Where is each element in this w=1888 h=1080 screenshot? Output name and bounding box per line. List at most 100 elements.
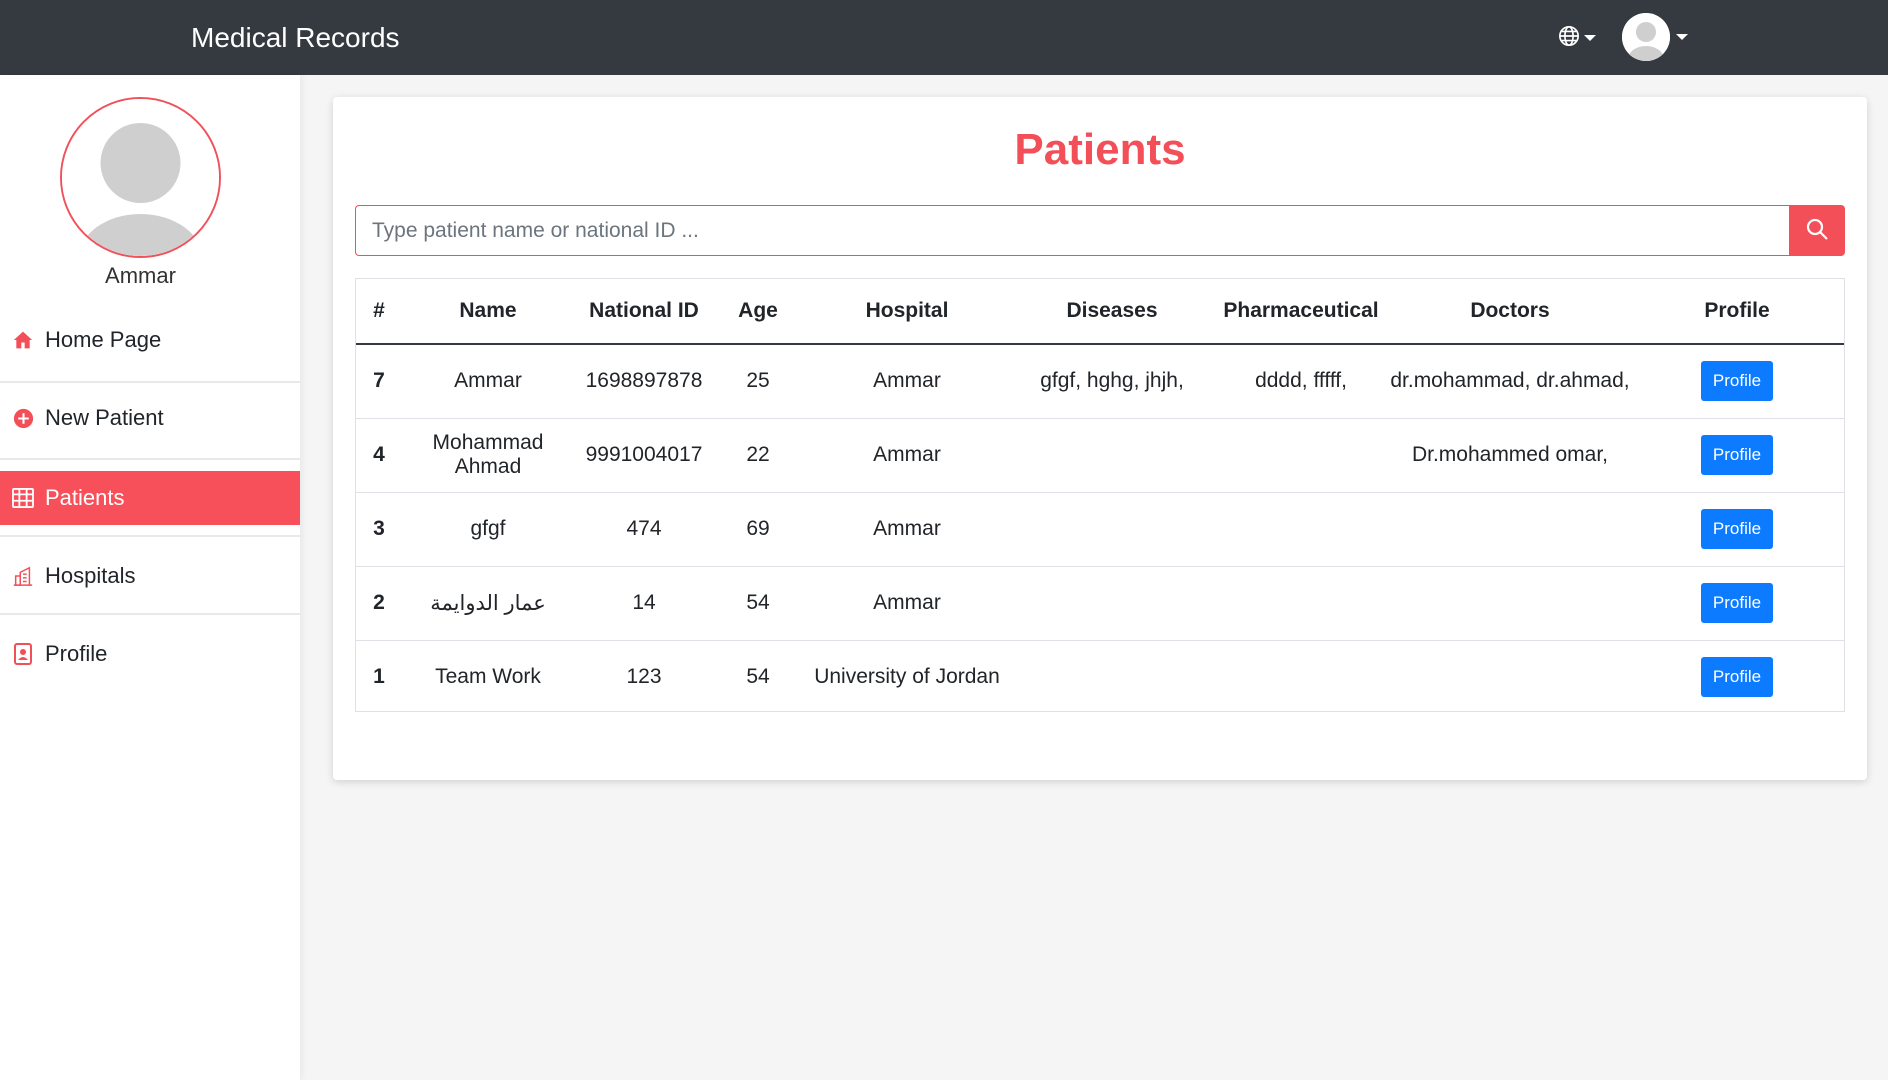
cell-profile: Profile (1630, 566, 1844, 641)
cell-age: 54 (746, 665, 770, 689)
profile-button[interactable]: Profile (1700, 509, 1774, 549)
table-row: 4 Mohammad Ahmad 9991004017 22 Ammar Dr.… (356, 418, 1844, 493)
cell-age: 22 (714, 418, 802, 493)
sidebar: Ammar Home Page New Patient Patients Hos… (0, 75, 300, 1080)
table-icon (12, 487, 34, 509)
cell-name: عمار الدوايمة (402, 566, 574, 641)
cell-hospital: Ammar (802, 492, 1012, 567)
cell-name: Ammar (402, 344, 574, 419)
profile-button[interactable]: Profile (1700, 583, 1774, 623)
profile-button[interactable]: Profile (1700, 361, 1774, 402)
cell-pharmaceutical (1212, 566, 1390, 641)
column-header-age: Age (714, 279, 802, 345)
patients-table: # Name National ID Age Hospital Diseases… (355, 278, 1845, 712)
top-navbar: Medical Records (0, 0, 1888, 75)
cell-doctors (1390, 640, 1630, 714)
divider (0, 458, 300, 460)
cell-diseases (1012, 566, 1212, 641)
cell-name: Mohammad Ahmad (402, 418, 574, 493)
divider (0, 613, 300, 615)
search-icon (1805, 217, 1829, 244)
column-header-diseases: Diseases (1012, 279, 1212, 345)
user-avatar-icon (1622, 13, 1670, 61)
cell-profile: Profile (1630, 344, 1844, 419)
user-avatar-icon (62, 99, 219, 256)
cell-number: 7 (356, 344, 402, 419)
table-row: 7 Ammar 1698897878 25 Ammar gfgf, hghg, … (356, 344, 1844, 419)
cell-hospital: Ammar (802, 418, 1012, 493)
patients-card: Patients # Name National ID Age Hospital… (333, 97, 1867, 780)
cell-name: gfgf (402, 492, 574, 567)
column-header-national-id: National ID (574, 279, 714, 345)
cell-hospital: Ammar (802, 344, 1012, 419)
divider (0, 381, 300, 383)
cell-diseases: gfgf, hghg, jhjh, (1012, 344, 1212, 419)
search-bar (355, 205, 1845, 256)
page-title: Patients (1014, 125, 1186, 174)
building-icon (12, 565, 34, 587)
cell-national-id: 14 (574, 566, 714, 641)
cell-name: Team Work (435, 665, 541, 689)
cell-national-id: 9991004017 (574, 418, 714, 493)
cell-age: 54 (714, 566, 802, 641)
cell-national-id: 474 (574, 492, 714, 567)
language-dropdown[interactable] (1558, 22, 1596, 54)
cell-number: 3 (356, 492, 402, 567)
column-header-pharmaceutical: Pharmaceutical (1212, 279, 1390, 345)
sidebar-item-label: Profile (45, 641, 108, 666)
column-header-profile: Profile (1630, 279, 1844, 345)
cell-pharmaceutical (1212, 418, 1390, 493)
sidebar-item-home-page[interactable]: Home Page (0, 313, 300, 367)
cell-pharmaceutical (1212, 640, 1390, 714)
cell-national-id: 1698897878 (574, 344, 714, 419)
search-button[interactable] (1789, 205, 1845, 256)
cell-hospital: University of Jordan (814, 665, 1000, 689)
profile-button[interactable]: Profile (1700, 657, 1774, 698)
cell-hospital: Ammar (802, 566, 1012, 641)
sidebar-item-patients[interactable]: Patients (0, 471, 300, 525)
cell-doctors (1390, 492, 1630, 567)
globe-icon (1558, 25, 1580, 52)
profile-avatar (60, 97, 221, 258)
column-header-name: Name (402, 279, 574, 345)
table-row: 1 Team Work 123 54 University of Jordan … (356, 640, 1844, 714)
cell-pharmaceutical: dddd, fffff, (1212, 344, 1390, 419)
user-menu-dropdown[interactable] (1622, 13, 1688, 61)
cell-profile: Profile (1630, 640, 1844, 714)
home-icon (12, 329, 34, 351)
cell-national-id: 123 (626, 665, 662, 689)
column-header-doctors: Doctors (1390, 279, 1630, 345)
column-header-hospital: Hospital (802, 279, 1012, 345)
sidebar-username: Ammar (105, 263, 176, 288)
divider (0, 535, 300, 537)
chevron-down-icon (1584, 35, 1596, 41)
cell-number: 4 (356, 418, 402, 493)
sidebar-item-hospitals[interactable]: Hospitals (0, 549, 300, 603)
sidebar-item-label: Patients (45, 485, 125, 510)
cell-diseases (1012, 640, 1212, 714)
chevron-down-icon (1676, 34, 1688, 40)
cell-profile: Profile (1630, 418, 1844, 493)
sidebar-item-label: Home Page (45, 327, 162, 352)
sidebar-item-new-patient[interactable]: New Patient (0, 391, 300, 445)
cell-doctors (1390, 566, 1630, 641)
search-input[interactable] (355, 205, 1789, 256)
column-header-number: # (356, 279, 402, 345)
sidebar-item-label: New Patient (45, 405, 164, 430)
cell-doctors: Dr.mohammed omar, (1390, 418, 1630, 493)
sidebar-item-label: Hospitals (45, 563, 136, 588)
cell-pharmaceutical (1212, 492, 1390, 567)
table-row: 3 gfgf 474 69 Ammar Profile (356, 492, 1844, 567)
cell-age: 69 (714, 492, 802, 567)
cell-number: 1 (373, 665, 385, 689)
profile-button[interactable]: Profile (1700, 435, 1774, 475)
sidebar-item-profile[interactable]: Profile (0, 627, 300, 681)
table-row: 2 عمار الدوايمة 14 54 Ammar Profile (356, 566, 1844, 641)
plus-circle-icon (12, 407, 34, 429)
cell-diseases (1012, 418, 1212, 493)
cell-number: 2 (356, 566, 402, 641)
cell-doctors: dr.mohammad, dr.ahmad, (1390, 344, 1630, 419)
brand-title[interactable]: Medical Records (191, 20, 400, 56)
cell-age: 25 (714, 344, 802, 419)
table-header-row: # Name National ID Age Hospital Diseases… (356, 279, 1844, 345)
